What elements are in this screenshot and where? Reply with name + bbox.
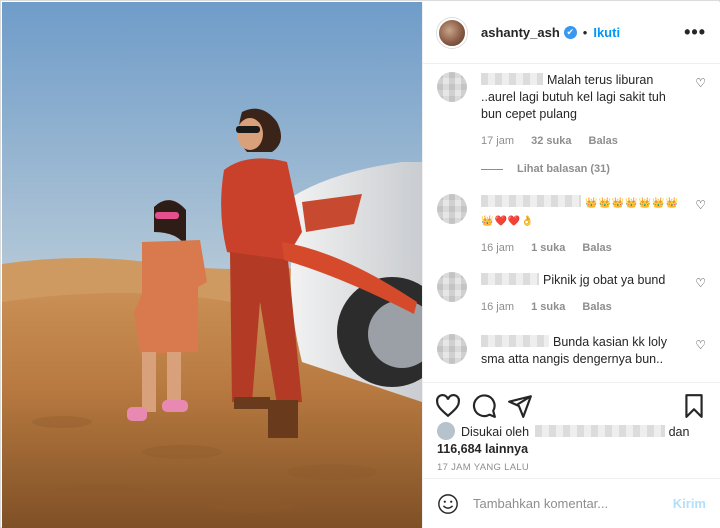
comment-reply-button[interactable]: Balas <box>589 135 618 147</box>
add-comment-bar: Tambahkan komentar... Kirim <box>423 478 720 528</box>
comment-time: 16 jam <box>481 301 515 313</box>
comments-list[interactable]: Malah terus liburan ..aurel lagi butuh k… <box>423 64 720 382</box>
comment-reply-button[interactable]: Balas <box>582 301 611 313</box>
comment-likes[interactable]: 32 suka <box>531 135 571 147</box>
bookmark-icon[interactable] <box>681 393 707 419</box>
comment-body: 👑👑👑👑👑👑👑👑❤️❤️👌 16 jam 1 suka Balas <box>481 194 684 257</box>
likes-prefix: Disukai oleh <box>461 425 530 439</box>
post-timestamp[interactable]: 17 JAM YANG LALU <box>437 462 529 473</box>
comment-like-heart-icon[interactable]: ♡ <box>695 338 706 352</box>
author-username[interactable]: ashanty_ash <box>481 25 560 40</box>
commenter-avatar[interactable] <box>437 194 467 224</box>
view-replies-button[interactable]: Lihat balasan (31) <box>481 163 610 175</box>
comment-icon[interactable] <box>471 393 497 419</box>
comment-meta: 16 jam 1 suka Balas <box>481 240 684 257</box>
commenter-avatar[interactable] <box>437 72 467 102</box>
header-separator: • <box>582 25 588 40</box>
redacted-username <box>481 73 543 85</box>
comment-body: Malah terus liburan ..aurel lagi butuh k… <box>481 72 684 150</box>
redacted-username <box>481 273 539 285</box>
likes-summary: Disukai oleh dan 116,684 lainnya <box>437 422 706 458</box>
comment-reply-button[interactable]: Balas <box>582 242 611 254</box>
redacted-username <box>534 425 665 437</box>
redacted-username <box>481 335 549 347</box>
comment-meta: 17 jam 32 suka Balas <box>481 133 684 150</box>
comment-like-heart-icon[interactable]: ♡ <box>695 76 706 90</box>
comment-body: Bunda kasian kk loly sma atta nangis den… <box>481 334 684 368</box>
replies-line <box>481 168 503 170</box>
comment-input[interactable]: Tambahkan komentar... <box>473 496 673 511</box>
follow-button[interactable]: Ikuti <box>593 25 620 40</box>
likes-count[interactable]: 116,684 lainnya <box>437 442 528 456</box>
likes-joiner: dan <box>668 425 690 439</box>
redacted-username <box>481 195 581 207</box>
desert-photo-image <box>2 2 422 528</box>
post-header: ashanty_ash ✔ • Ikuti ••• <box>423 2 720 64</box>
comment-time: 16 jam <box>481 242 515 254</box>
post-comment-button[interactable]: Kirim <box>673 496 706 511</box>
comment-meta: 16 jam 1 suka Balas <box>481 299 684 316</box>
comment-likes[interactable]: 1 suka <box>531 301 565 313</box>
comment-text: Piknik jg obat ya bund <box>543 273 666 287</box>
commenter-avatar[interactable] <box>437 334 467 364</box>
smile-icon[interactable] <box>437 493 459 515</box>
comment-like-heart-icon[interactable]: ♡ <box>695 198 706 212</box>
post-sidebar: ashanty_ash ✔ • Ikuti ••• Malah terus li… <box>422 2 720 528</box>
view-replies-label: Lihat balasan (31) <box>517 163 610 175</box>
post-modal: ashanty_ash ✔ • Ikuti ••• Malah terus li… <box>0 0 720 528</box>
liker-avatar[interactable] <box>437 422 455 440</box>
comment-body: Piknik jg obat ya bund 16 jam 1 suka Bal… <box>481 272 684 316</box>
post-photo[interactable] <box>2 2 422 528</box>
comment-likes[interactable]: 1 suka <box>531 242 565 254</box>
comment-time: 17 jam <box>481 135 515 147</box>
more-options-icon[interactable]: ••• <box>684 22 706 43</box>
verified-badge-icon: ✔ <box>563 26 577 39</box>
author-avatar[interactable] <box>437 17 467 48</box>
share-icon[interactable] <box>507 393 533 419</box>
commenter-avatar[interactable] <box>437 272 467 302</box>
heart-icon[interactable] <box>435 393 461 419</box>
comment-like-heart-icon[interactable]: ♡ <box>695 276 706 290</box>
